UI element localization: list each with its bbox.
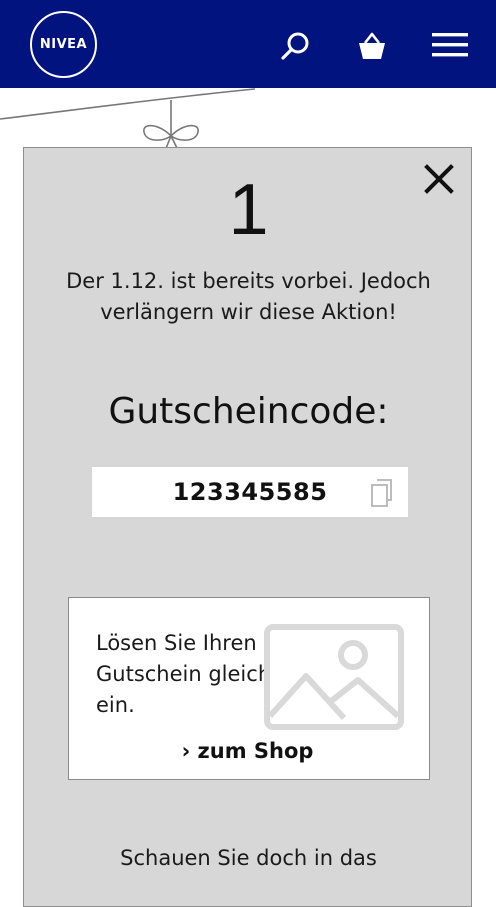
redeem-shop-panel: Lösen Sie Ihren Gutschein gleich ein. › … bbox=[68, 597, 430, 780]
info-text: Der 1.12. ist bereits vorbei. Jedoch ver… bbox=[66, 269, 431, 324]
voucher-code-value: 123345585 bbox=[172, 478, 328, 506]
image-placeholder-icon bbox=[264, 624, 404, 730]
voucher-code-field[interactable]: 123345585 bbox=[92, 467, 408, 517]
nivea-logo[interactable]: NIVEA bbox=[30, 11, 97, 78]
basket-icon[interactable] bbox=[355, 29, 389, 63]
voucher-code-heading: Gutscheincode: bbox=[108, 391, 389, 432]
search-icon[interactable] bbox=[280, 30, 312, 62]
redeem-text: Lösen Sie Ihren Gutschein gleich ein. bbox=[96, 631, 272, 717]
advent-popup: 1 Der 1.12. ist bereits vorbei. Jedoch v… bbox=[23, 147, 472, 907]
shop-link[interactable]: › zum Shop bbox=[69, 736, 426, 766]
day-number: 1 bbox=[228, 170, 269, 250]
copy-icon[interactable] bbox=[369, 478, 395, 508]
site-header: NIVEA bbox=[0, 0, 496, 88]
logo-text: NIVEA bbox=[39, 37, 88, 52]
more-info-text: Schauen Sie doch in das bbox=[120, 846, 377, 870]
menu-icon[interactable] bbox=[432, 30, 468, 60]
